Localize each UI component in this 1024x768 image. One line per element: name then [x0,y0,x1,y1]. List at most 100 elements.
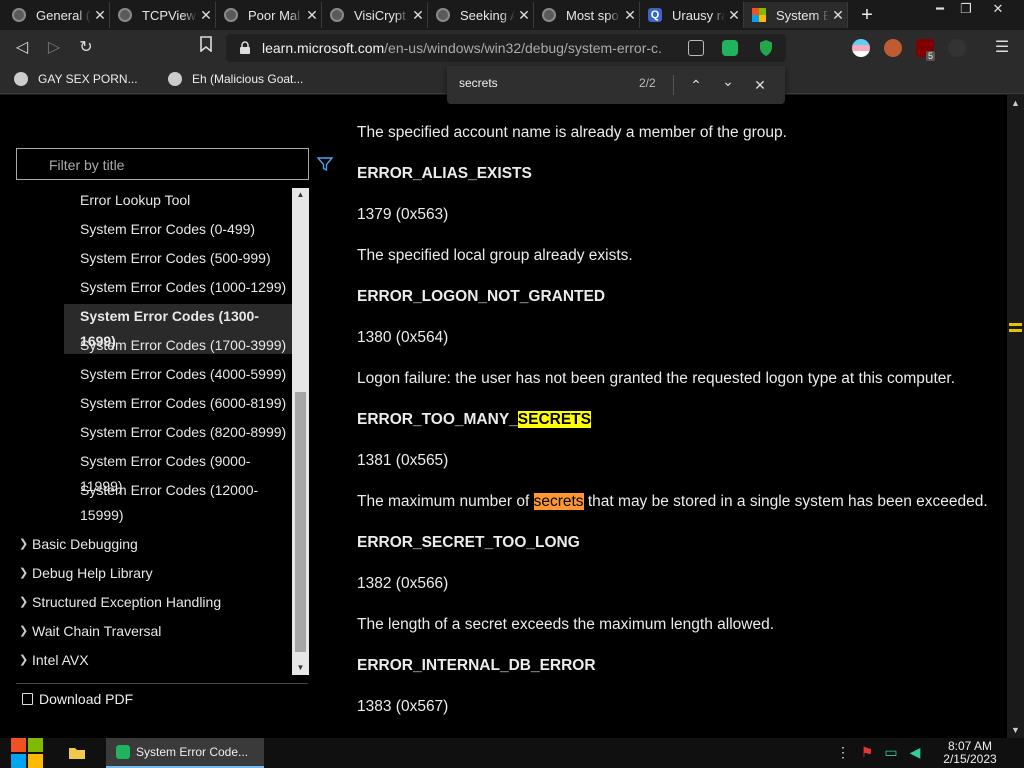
close-icon[interactable]: ✕ [621,7,639,24]
find-input[interactable]: secrets [459,76,498,90]
tab-urausy[interactable]: Q Urausy ra ✕ [640,2,744,28]
browser-toolbar: ◁ ▷ ↻ learn.microsoft.com/en-us/windows/… [0,30,1024,66]
globe-icon [12,8,26,22]
extension-badge: 5 [926,51,936,61]
bookmark-item[interactable]: GAY SEX PORN... [14,72,138,86]
error-name: ERROR_SECRET_TOO_LONG [357,534,580,551]
tab-tcpview[interactable]: TCPView - ✕ [110,2,216,28]
bookmark-icon[interactable] [194,36,218,60]
shield-icon[interactable] [758,39,774,57]
toc-section-intel-avx[interactable]: ❯ Intel AVX [16,648,292,673]
divider [16,683,308,684]
toc-item[interactable]: System Error Codes (8200-8999) [16,420,292,445]
error-name: ERROR_LOGON_NOT_GRANTED [357,288,606,305]
close-icon[interactable]: ✕ [409,7,427,24]
close-icon[interactable]: ✕ [515,7,533,24]
close-icon[interactable]: ✕ [829,7,847,24]
toc-section-debug-help[interactable]: ❯ Debug Help Library [16,561,292,586]
tab-title: TCPView - [142,7,197,23]
globe-icon [542,8,556,22]
find-previous-icon[interactable]: ⌃ [685,74,707,96]
globe-icon [330,8,344,22]
toc-section-basic-debugging[interactable]: ❯ Basic Debugging [16,532,292,557]
file-explorer-icon[interactable] [68,738,96,768]
flag-icon[interactable]: ⚑ [858,744,876,762]
tab-most-spo[interactable]: Most spo ✕ [534,2,640,28]
toc-item[interactable]: System Error Codes (500-999) [16,246,292,271]
toc-item[interactable]: System Error Codes (1000-1299) [16,275,292,300]
toc-item-wrap[interactable]: 15999) [16,503,292,528]
globe-icon [436,8,450,22]
scroll-up-icon[interactable]: ▲ [1007,95,1024,111]
toc-section-label: Basic Debugging [32,536,138,552]
error-description: The specified account name is already a … [357,124,787,141]
toc-section-seh[interactable]: ❯ Structured Exception Handling [16,590,292,615]
toc-section-label: Wait Chain Traversal [32,623,162,639]
restore-icon[interactable]: ❐ [950,0,982,20]
tab-seeking[interactable]: Seeking A ✕ [428,2,534,28]
download-pdf-link[interactable]: Download PDF [22,691,133,707]
find-next-icon[interactable]: ⌄ [717,70,739,92]
volume-icon[interactable]: ◀ [906,744,924,762]
error-code: 1380 (0x564) [357,329,449,346]
menu-icon[interactable]: ☰ [990,36,1014,60]
close-icon[interactable]: ✕ [303,7,321,24]
taskbar-app-browser[interactable]: System Error Code... [106,738,264,768]
description-prefix: The maximum number of [357,493,534,510]
toc-section-wait-chain[interactable]: ❯ Wait Chain Traversal [16,619,292,644]
extension-icon[interactable] [948,39,966,57]
bookmark-favicon-icon [14,72,28,86]
scroll-up-icon[interactable]: ▲ [292,188,309,202]
toc-scroll-thumb[interactable] [295,392,306,652]
tab-system-error[interactable]: System E ✕ [744,2,848,28]
find-close-icon[interactable]: ✕ [749,74,771,96]
tab-title: System E [776,7,829,23]
download-pdf-label: Download PDF [39,691,134,707]
new-tab-button[interactable]: + [856,3,878,27]
toc-item[interactable]: System Error Codes (0-499) [16,217,292,242]
start-icon[interactable] [10,738,44,768]
toc-item[interactable]: System Error Codes (12000- [16,478,292,503]
tab-general[interactable]: General ( ✕ [4,2,110,28]
toc-item[interactable]: Error Lookup Tool [16,188,292,213]
tab-poor-mal[interactable]: Poor Mal ✕ [216,2,322,28]
bookmark-item[interactable]: Eh (Malicious Goat... [168,72,303,86]
back-icon[interactable]: ◁ [10,36,34,60]
tab-title: Urausy ra [672,7,725,23]
toc-scrollbar[interactable]: ▲ ▼ [292,188,309,675]
scroll-down-icon[interactable]: ▼ [1007,722,1024,738]
document-icon [22,693,33,705]
filter-icon[interactable] [316,155,334,173]
close-icon[interactable]: ✕ [91,7,109,24]
lens-search-icon[interactable] [688,40,704,56]
url-text: learn.microsoft.com/en-us/windows/win32/… [262,40,662,56]
filter-by-title-input[interactable]: Filter by title [16,148,309,180]
avatar-icon[interactable] [884,39,902,57]
reload-icon[interactable]: ↻ [74,36,98,60]
tab-visicrypt[interactable]: VisiCrypt ✕ [322,2,428,28]
tab-title: Poor Mal [248,7,301,23]
error-name: ERROR_INTERNAL_DB_ERROR [357,657,596,674]
microsoft-icon [752,8,766,22]
page-scrollbar[interactable]: ▲ ▼ [1007,95,1024,738]
window-close-icon[interactable]: ✕ [982,0,1014,20]
close-icon[interactable]: ✕ [197,7,215,24]
tab-title: VisiCrypt [354,7,406,23]
close-icon[interactable]: ✕ [725,7,743,24]
network-icon[interactable]: ▭ [882,744,900,762]
scroll-down-icon[interactable]: ▼ [292,661,309,675]
filter-placeholder: Filter by title [49,157,125,173]
globe-icon [224,8,238,22]
forward-icon[interactable]: ▷ [42,36,66,60]
address-bar[interactable]: learn.microsoft.com/en-us/windows/win32/… [226,34,786,62]
browser-window: General ( ✕ TCPView - ✕ Poor Mal ✕ VisiC… [0,0,1024,768]
url-path: /en-us/windows/win32/debug/system-error-… [384,40,662,56]
toc-item[interactable]: System Error Codes (4000-5999) [16,362,292,387]
toc-item[interactable]: System Error Codes (6000-8199) [16,391,292,416]
toc-item[interactable]: System Error Codes (1700-3999) [16,333,292,358]
green-extension-icon[interactable] [722,40,738,56]
overflow-icon[interactable]: ⋮ [834,744,852,762]
trans-flag-icon[interactable] [852,39,870,57]
bookmark-label: GAY SEX PORN... [38,72,138,86]
system-clock[interactable]: 8:07 AM 2/15/2023 [928,740,1012,766]
